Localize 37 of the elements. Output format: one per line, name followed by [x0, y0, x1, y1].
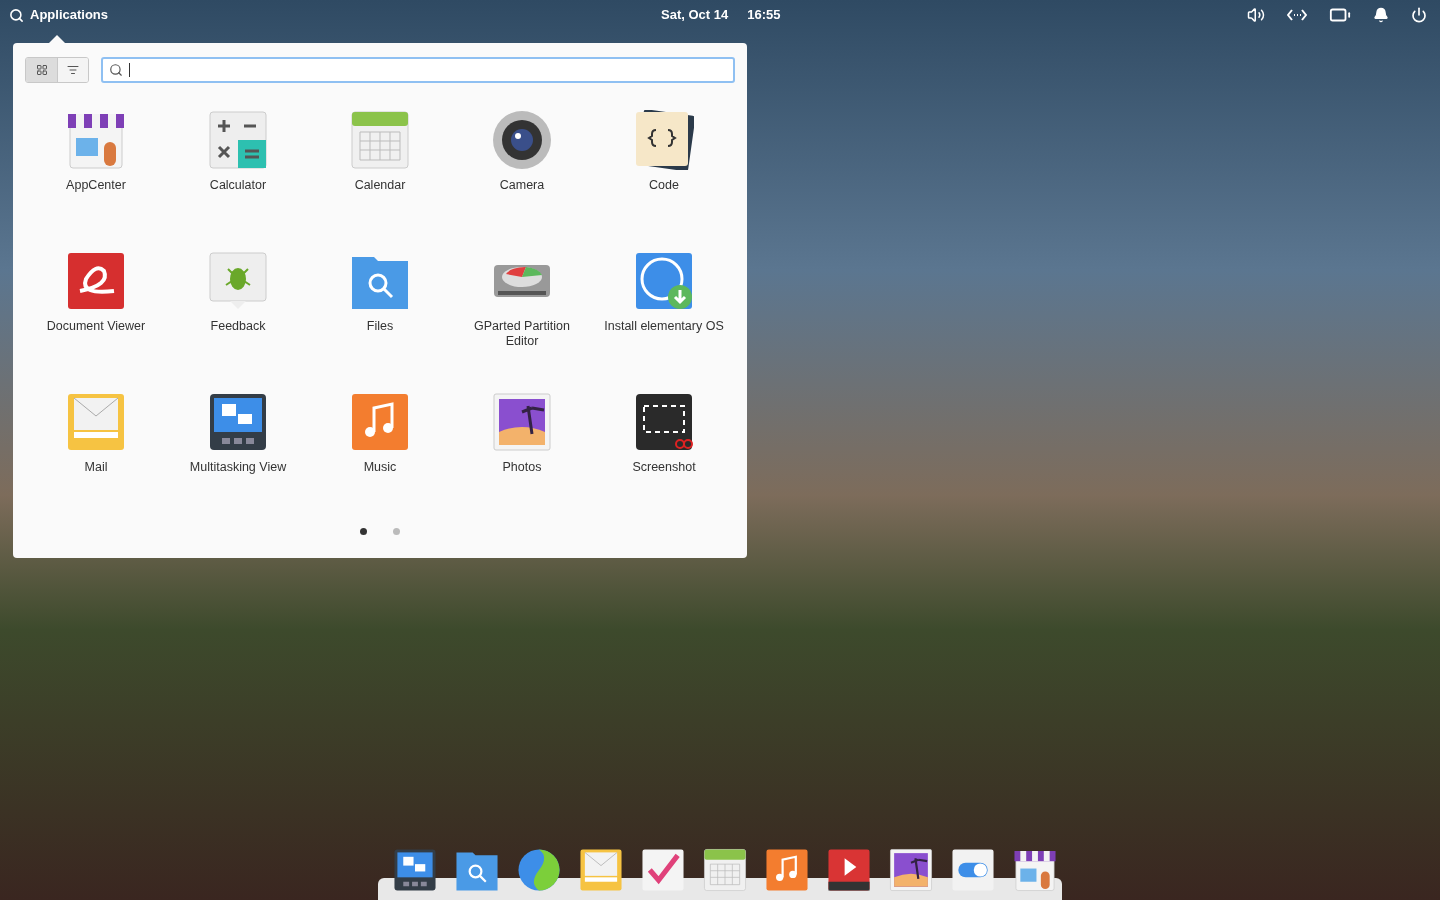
app-launcher-item[interactable]: Camera — [451, 110, 593, 212]
camera-lens-icon — [492, 110, 552, 170]
search-icon — [109, 63, 123, 77]
download-badge-icon — [634, 251, 694, 311]
document-viewer-icon — [66, 251, 126, 311]
power-icon[interactable] — [1411, 7, 1427, 23]
volume-icon[interactable] — [1247, 6, 1265, 24]
app-launcher-item[interactable]: Files — [309, 251, 451, 353]
storefront-icon — [1013, 848, 1057, 892]
applications-menu-button[interactable]: Applications — [9, 5, 108, 25]
app-launcher-item[interactable]: Screenshot — [593, 392, 735, 494]
code-braces-icon — [634, 110, 694, 170]
app-launcher-item[interactable]: AppCenter — [25, 110, 167, 212]
app-launcher-item[interactable]: Calendar — [309, 110, 451, 212]
app-launcher-item[interactable]: Install elementary OS — [593, 251, 735, 353]
app-launcher-item[interactable]: Photos — [451, 392, 593, 494]
app-launcher-item[interactable]: Feedback — [167, 251, 309, 353]
app-launcher-item[interactable]: Music — [309, 392, 451, 494]
time-text[interactable]: 16:55 — [747, 5, 781, 25]
screenshot-icon — [634, 392, 694, 452]
search-icon — [9, 7, 24, 23]
app-launcher-item[interactable]: Code — [593, 110, 735, 212]
list-icon — [67, 64, 79, 76]
grid-view-button[interactable] — [26, 58, 57, 82]
bug-icon — [208, 251, 268, 311]
app-launcher-item[interactable]: Mail — [25, 392, 167, 494]
app-launcher-item[interactable]: Calculator — [167, 110, 309, 212]
network-icon[interactable] — [1287, 8, 1307, 22]
date-text[interactable]: Sat, Oct 14 — [661, 5, 729, 25]
app-launcher-item[interactable]: Document Viewer — [25, 251, 167, 353]
app-launcher-item[interactable]: Multitasking View — [167, 392, 309, 494]
grid-icon — [35, 64, 48, 76]
notification-bell-icon[interactable] — [1373, 7, 1389, 23]
app-launcher-item[interactable]: GParted Partition Editor — [451, 251, 593, 353]
calculator-icon — [208, 110, 268, 170]
search-field[interactable] — [101, 57, 735, 83]
text-cursor — [129, 63, 130, 77]
